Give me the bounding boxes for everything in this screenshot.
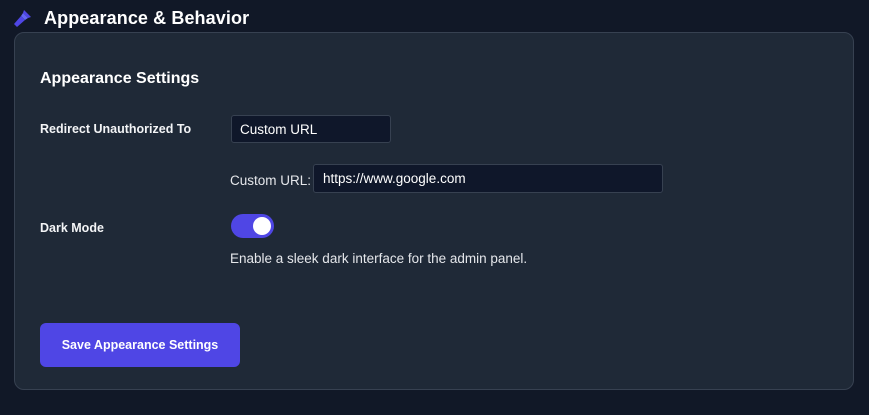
dark-mode-label: Dark Mode bbox=[40, 221, 104, 235]
redirect-label: Redirect Unauthorized To bbox=[40, 122, 192, 136]
dark-mode-toggle[interactable] bbox=[231, 214, 274, 238]
section-title: Appearance Settings bbox=[40, 70, 200, 87]
dark-mode-description: Enable a sleek dark interface for the ad… bbox=[230, 251, 528, 266]
save-appearance-button[interactable]: Save Appearance Settings bbox=[40, 323, 240, 367]
appearance-settings-card: Appearance Settings Redirect Unauthorize… bbox=[14, 32, 854, 390]
custom-url-input[interactable]: https://www.google.com bbox=[313, 164, 663, 193]
page-title: Appearance & Behavior bbox=[44, 7, 250, 28]
custom-url-label: Custom URL: bbox=[230, 173, 312, 188]
redirect-select[interactable]: Custom URL bbox=[231, 115, 391, 143]
page-header: Appearance & Behavior bbox=[13, 6, 249, 30]
toggle-knob bbox=[253, 217, 271, 235]
paint-brush-icon bbox=[13, 8, 33, 28]
